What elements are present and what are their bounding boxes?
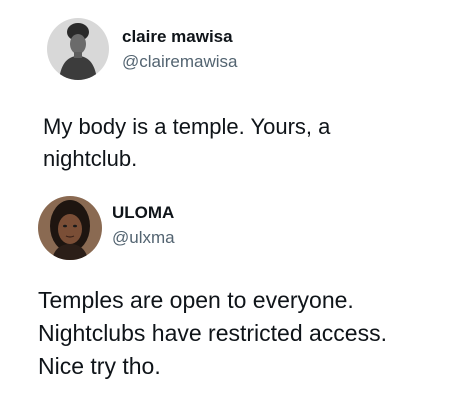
tweet-claire: claire mawisa @clairemawisa My body is a… [0, 0, 460, 190]
tweet-text: Temples are open to everyone. Nightclubs… [38, 284, 387, 383]
tweet-text-line: Nice try tho. [38, 353, 161, 379]
avatar-claire[interactable] [47, 18, 109, 80]
profile-photo-icon [47, 18, 109, 80]
display-name[interactable]: claire mawisa [122, 27, 233, 47]
tweet-text-line: Temples are open to everyone. [38, 287, 354, 313]
user-handle[interactable]: @ulxma [112, 228, 175, 248]
profile-photo-icon [38, 196, 102, 260]
tweet-text-line: My body is a temple. Yours, a [43, 114, 331, 139]
tweet-uloma: ULOMA @ulxma Temples are open to everyon… [0, 190, 460, 403]
user-handle[interactable]: @clairemawisa [122, 52, 238, 72]
display-name[interactable]: ULOMA [112, 203, 174, 223]
tweet-text: My body is a temple. Yours, a nightclub. [43, 111, 330, 175]
tweet-text-line: Nightclubs have restricted access. [38, 320, 387, 346]
avatar-uloma[interactable] [38, 196, 102, 260]
tweet-text-line: nightclub. [43, 146, 138, 171]
